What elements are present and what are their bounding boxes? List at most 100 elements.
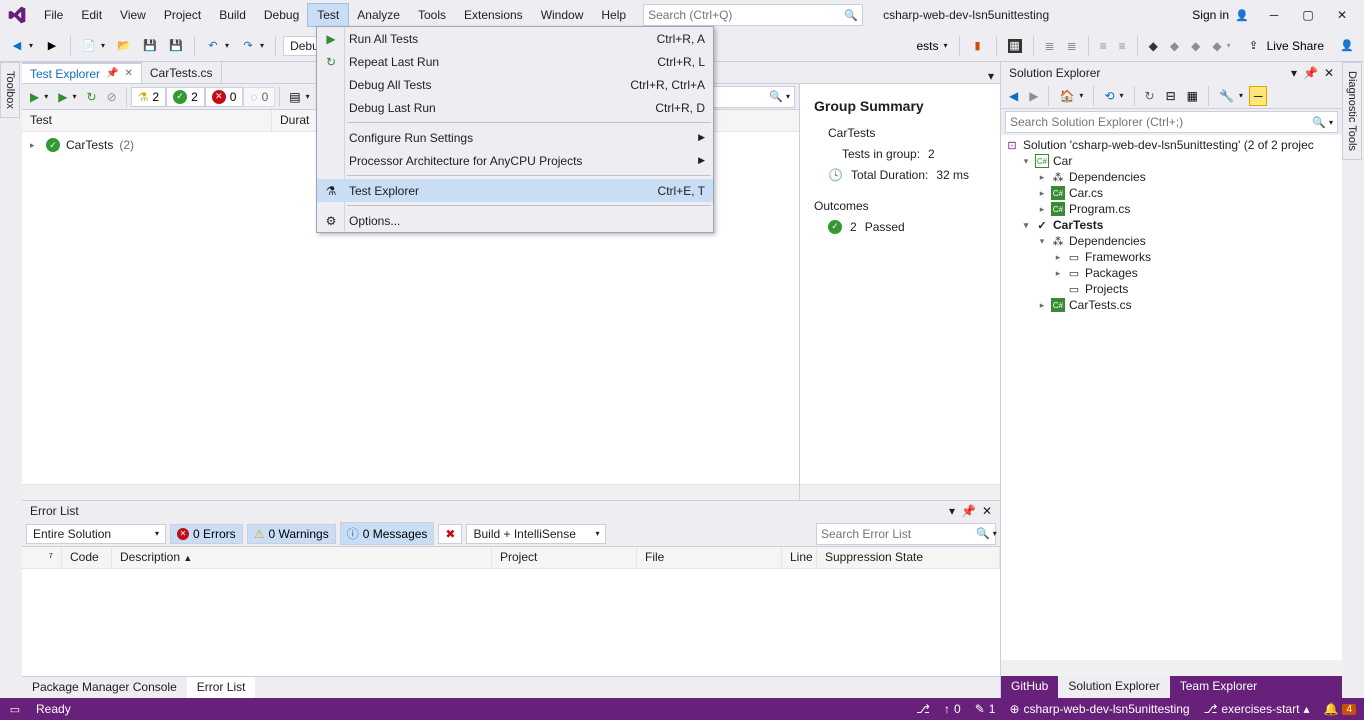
undo-button[interactable]: ↶▾: [202, 37, 233, 55]
sln-item-projects[interactable]: ▭Projects: [1001, 281, 1342, 297]
feedback-icon[interactable]: ▭: [8, 702, 22, 716]
col-code[interactable]: Code: [62, 547, 112, 568]
open-button[interactable]: 📂: [113, 37, 135, 55]
sln-back[interactable]: ◀: [1005, 87, 1022, 105]
tab-solution-explorer[interactable]: Solution Explorer: [1058, 676, 1169, 698]
pill-passed[interactable]: ✓2: [167, 88, 204, 106]
sln-close-icon[interactable]: ✕: [1324, 66, 1334, 80]
tab-cartests[interactable]: CarTests.cs: [142, 62, 222, 83]
sln-pin-icon[interactable]: 📌: [1303, 66, 1318, 80]
save-all-button[interactable]: 💾: [165, 37, 187, 55]
sln-collapse[interactable]: ⊟: [1162, 87, 1180, 105]
tab-team-explorer[interactable]: Team Explorer: [1170, 676, 1267, 698]
bookmark-button[interactable]: ◆: [1145, 37, 1162, 55]
sln-showall[interactable]: ▦: [1183, 87, 1202, 105]
tab-pmc[interactable]: Package Manager Console: [22, 677, 187, 698]
sb-graph[interactable]: ⎇: [916, 702, 930, 716]
col-icon[interactable]: ⁷: [22, 547, 62, 568]
menu-item-run-all-tests[interactable]: ▶Run All TestsCtrl+R, A: [317, 27, 713, 50]
sln-item-frameworks[interactable]: ▸▭Frameworks: [1001, 249, 1342, 265]
tests-dropdown[interactable]: ests▾: [912, 37, 951, 55]
sln-root[interactable]: ⊡ Solution 'csharp-web-dev-lsn5unittesti…: [1001, 137, 1342, 153]
menu-item-options-[interactable]: ⚙Options...: [317, 209, 713, 232]
sln-item-car[interactable]: ▾C#Car: [1001, 153, 1342, 169]
group-by-button[interactable]: ▤▾: [285, 88, 313, 106]
sln-home[interactable]: 🏠▾: [1055, 87, 1087, 105]
menu-file[interactable]: File: [35, 4, 72, 26]
menu-item-debug-all-tests[interactable]: Debug All TestsCtrl+R, Ctrl+A: [317, 73, 713, 96]
sln-sync[interactable]: ⟲▾: [1100, 87, 1127, 105]
run-button[interactable]: ▶▾: [54, 88, 80, 106]
sb-pencil[interactable]: ✎ 1: [975, 702, 996, 716]
build-filter-combo[interactable]: Build + IntelliSense▾: [466, 524, 606, 544]
menu-analyze[interactable]: Analyze: [348, 4, 409, 26]
pill-notrun[interactable]: ◌0: [244, 88, 274, 106]
nav-back-button[interactable]: ◀▾: [6, 37, 37, 55]
tab-test-explorer[interactable]: Test Explorer 📌 ✕: [22, 62, 142, 83]
close-tab-icon[interactable]: ✕: [124, 68, 132, 79]
pill-failed[interactable]: ✕0: [206, 88, 243, 106]
diagnostic-tools-tab[interactable]: Diagnostic Tools: [1342, 62, 1362, 160]
tab-github[interactable]: GitHub: [1001, 676, 1058, 698]
quick-search[interactable]: 🔍: [643, 4, 863, 26]
toggle-button[interactable]: ▮: [967, 37, 989, 55]
scope-combo[interactable]: Entire Solution▾: [26, 524, 166, 544]
h-scrollbar[interactable]: [22, 484, 799, 500]
menu-edit[interactable]: Edit: [72, 4, 111, 26]
sln-item-dependencies[interactable]: ▸⁂Dependencies: [1001, 169, 1342, 185]
nav-fwd-button[interactable]: ▶: [41, 37, 63, 55]
h-scrollbar[interactable]: [800, 484, 1000, 500]
tabs-overflow[interactable]: ▾: [982, 69, 1000, 83]
menu-extensions[interactable]: Extensions: [455, 4, 532, 26]
sb-up[interactable]: ↑ 0: [944, 702, 961, 716]
menu-tools[interactable]: Tools: [409, 4, 455, 26]
col-desc[interactable]: Description ▲: [112, 547, 492, 568]
sln-dropdown-icon[interactable]: ▾: [1291, 66, 1297, 80]
menu-item-configure-run-settings[interactable]: Configure Run Settings▶: [317, 126, 713, 149]
el-dropdown-icon[interactable]: ▾: [949, 504, 955, 518]
sln-properties[interactable]: 🔧▾: [1215, 87, 1247, 105]
menu-test[interactable]: Test: [308, 4, 348, 26]
sln-item-cartests-cs[interactable]: ▸C#CarTests.cs: [1001, 297, 1342, 313]
new-project-button[interactable]: 📄▾: [78, 37, 109, 55]
menu-debug[interactable]: Debug: [255, 4, 308, 26]
quick-search-input[interactable]: [648, 8, 844, 22]
sln-scrollbar[interactable]: [1001, 660, 1342, 676]
save-button[interactable]: 💾: [139, 37, 161, 55]
col-file[interactable]: File: [637, 547, 782, 568]
run-all-button[interactable]: ▶▾: [26, 88, 52, 106]
menu-view[interactable]: View: [111, 4, 155, 26]
minimize-button[interactable]: ─: [1257, 2, 1291, 28]
menu-item-processor-architecture-for-anycpu-projects[interactable]: Processor Architecture for AnyCPU Projec…: [317, 149, 713, 172]
menu-window[interactable]: Window: [532, 4, 593, 26]
menu-item-repeat-last-run[interactable]: ↻Repeat Last RunCtrl+R, L: [317, 50, 713, 73]
errors-filter[interactable]: ✕0 Errors: [170, 524, 243, 544]
feedback-button[interactable]: 👤: [1336, 37, 1358, 55]
sb-repo[interactable]: ⊕ csharp-web-dev-lsn5unittesting: [1009, 702, 1189, 716]
menu-item-test-explorer[interactable]: ⚗Test ExplorerCtrl+E, T: [317, 179, 713, 202]
sln-item-cartests[interactable]: ▾✓CarTests: [1001, 217, 1342, 233]
sb-notif[interactable]: 🔔4: [1323, 702, 1356, 716]
el-search[interactable]: 🔍▾: [816, 523, 996, 545]
sln-search[interactable]: 🔍▾: [1005, 111, 1338, 133]
clear-filter[interactable]: ✖: [438, 524, 462, 544]
el-close-icon[interactable]: ✕: [982, 504, 992, 518]
menu-item-debug-last-run[interactable]: Debug Last RunCtrl+R, D: [317, 96, 713, 119]
menu-help[interactable]: Help: [592, 4, 635, 26]
tb-icon-1[interactable]: ▦: [1004, 37, 1026, 55]
el-pin-icon[interactable]: 📌: [961, 504, 976, 518]
col-suppression[interactable]: Suppression State: [817, 547, 1000, 568]
warnings-filter[interactable]: ⚠0 Warnings: [247, 524, 336, 544]
col-project[interactable]: Project: [492, 547, 637, 568]
close-button[interactable]: ✕: [1325, 2, 1359, 28]
el-search-input[interactable]: [821, 527, 976, 541]
col-line[interactable]: Line: [782, 547, 817, 568]
menu-build[interactable]: Build: [210, 4, 255, 26]
toolbox-tab[interactable]: Toolbox: [0, 62, 20, 118]
sln-preview[interactable]: ─: [1250, 87, 1267, 105]
sln-item-packages[interactable]: ▸▭Packages: [1001, 265, 1342, 281]
redo-button[interactable]: ↷▾: [237, 37, 268, 55]
tab-error-list[interactable]: Error List: [187, 677, 256, 698]
maximize-button[interactable]: ▢: [1291, 2, 1325, 28]
messages-filter[interactable]: ⓘ0 Messages: [340, 522, 435, 545]
